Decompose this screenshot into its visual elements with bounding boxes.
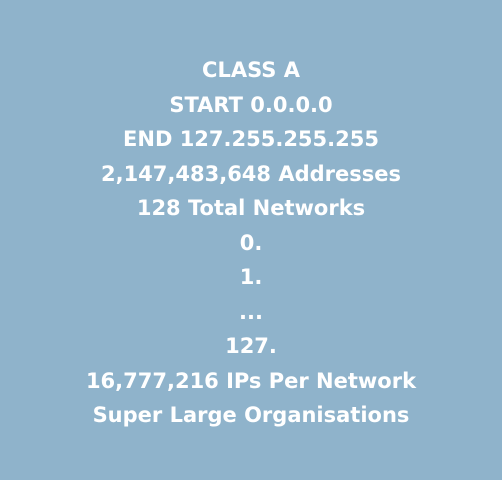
class-a-info-card: CLASS A START 0.0.0.0 END 127.255.255.25… — [0, 0, 502, 480]
network-1: 1. — [239, 265, 263, 289]
total-networks: 128 Total Networks — [136, 196, 366, 220]
start-address: START 0.0.0.0 — [169, 92, 333, 117]
network-ellipsis: ... — [239, 299, 263, 324]
class-title: CLASS A — [202, 58, 300, 82]
info-lines: CLASS A START 0.0.0.0 END 127.255.255.25… — [0, 53, 502, 433]
end-address: END 127.255.255.255 — [123, 127, 379, 151]
usage-description: Super Large Organisations — [92, 403, 410, 427]
ips-per-network: 16,777,216 IPs Per Network — [85, 368, 417, 393]
network-0: 0. — [239, 230, 263, 255]
network-127: 127. — [225, 334, 277, 358]
address-count: 2,147,483,648 Addresses — [100, 161, 402, 186]
